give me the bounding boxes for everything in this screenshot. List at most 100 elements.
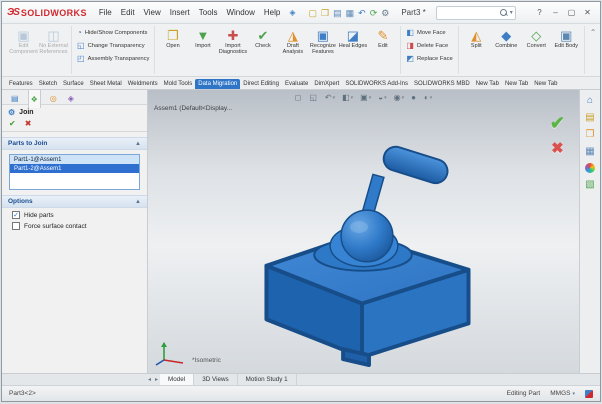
commandmanager-tab[interactable]: Data Migration	[195, 79, 241, 89]
search-icon[interactable]	[499, 8, 508, 17]
maximize-button[interactable]: ▢	[564, 6, 579, 20]
appearances-icon[interactable]: ●	[585, 163, 595, 173]
ribbon-button[interactable]: ◔ Hide/Show Components	[75, 27, 149, 38]
model-tree-label[interactable]: Assem1 (Default<Display...	[154, 105, 232, 112]
search-box[interactable]: ▾	[435, 5, 516, 20]
ribbon-button[interactable]: ◮ Draft Analysis	[278, 27, 307, 56]
ribbon-button[interactable]: ▼ Import	[188, 27, 217, 50]
options-gear-icon[interactable]: ⚙	[381, 8, 389, 18]
view-orientation-icon[interactable]: ▣ ▾	[360, 93, 371, 102]
part-list-item[interactable]: Part1-1@Assem1	[10, 155, 139, 164]
options-group-header[interactable]: Options ▲	[2, 195, 147, 208]
ribbon-button[interactable]: ❐ Open	[158, 27, 187, 50]
commandmanager-tab[interactable]: Evaluate	[282, 79, 311, 89]
file-explorer-icon[interactable]: ❐	[586, 129, 595, 140]
checkbox-box[interactable]	[12, 222, 20, 230]
minimize-button[interactable]: –	[548, 6, 563, 20]
view-settings-icon[interactable]: ◐ ▾	[424, 93, 432, 102]
ribbon-button-icon: ▼	[196, 28, 210, 43]
confirm-ok-button[interactable]: ✔	[550, 114, 565, 132]
part-model[interactable]	[148, 90, 579, 373]
tab-scroll-right-icon[interactable]: ▸	[153, 374, 160, 385]
commandmanager-tab[interactable]: Weldments	[125, 79, 161, 89]
checkbox-box[interactable]	[12, 211, 20, 219]
cancel-button[interactable]: ✖	[25, 119, 32, 128]
confirm-cancel-button[interactable]: ✖	[551, 141, 564, 156]
save-icon[interactable]: ▤	[333, 8, 342, 18]
ok-button[interactable]: ✔	[9, 119, 16, 128]
commandmanager-tab[interactable]: New Tab	[531, 79, 560, 89]
zoom-area-icon[interactable]: ◱	[309, 93, 318, 102]
menu-item[interactable]: File	[95, 6, 116, 19]
resources-home-icon[interactable]: ⌂	[587, 95, 593, 106]
commandmanager-tab[interactable]: Direct Editing	[240, 79, 282, 89]
view-tab[interactable]: Model	[160, 374, 195, 385]
ribbon-button[interactable]: ◩ Replace Face	[404, 53, 454, 64]
ribbon-button[interactable]: ◨ Delete Face	[404, 40, 450, 51]
part-list-item[interactable]: Part1-2@Assem1	[10, 164, 139, 173]
close-button[interactable]: ✕	[580, 6, 595, 20]
ribbon-button[interactable]: ✚ Import Diagnostics	[218, 27, 247, 56]
hide-show-items-icon[interactable]: ◉ ▾	[394, 93, 405, 102]
commandmanager-tab[interactable]: Features	[6, 79, 36, 89]
menu-item[interactable]: Edit	[117, 6, 139, 19]
ribbon-button[interactable]: ◧ Move Face	[404, 27, 447, 38]
ribbon-button[interactable]: ◆ Combine	[492, 27, 521, 50]
ribbon-button[interactable]: ✔ Check	[248, 27, 277, 50]
custom-properties-icon[interactable]: ▧	[585, 179, 594, 190]
view-tab[interactable]: Motion Study 1	[238, 374, 297, 385]
previous-view-icon[interactable]: ↶ ▾	[325, 93, 335, 102]
units-selector[interactable]: MMGS ▾	[550, 390, 575, 397]
ribbon-button[interactable]: ✎ Edit	[368, 27, 397, 50]
ribbon-button[interactable]: ▣ Edit Body	[552, 27, 581, 50]
status-tag-icon[interactable]	[585, 389, 593, 398]
rebuild-icon[interactable]: ⟳	[370, 8, 378, 18]
ribbon-button[interactable]: ◫ No External References	[39, 27, 68, 56]
ribbon-button[interactable]: ◱ Change Transparency	[75, 40, 147, 51]
commandmanager-tab[interactable]: SOLIDWORKS MBD	[411, 79, 473, 89]
undo-icon[interactable]: ↶	[358, 8, 366, 18]
ribbon-button[interactable]: ▣ Recognize Features	[308, 27, 337, 56]
commandmanager-tab[interactable]: Sketch	[36, 79, 60, 89]
search-chevron-icon[interactable]: ▾	[510, 9, 513, 16]
commandmanager-tab[interactable]: New Tab	[473, 79, 502, 89]
help-button[interactable]: ?	[532, 6, 547, 20]
open-icon[interactable]: ❐	[321, 8, 329, 18]
menu-item[interactable]: Tools	[195, 6, 222, 19]
tab-scroll-left-icon[interactable]: ◂	[146, 374, 153, 385]
ribbon-button[interactable]: ◇ Convert	[522, 27, 551, 50]
ball-joint[interactable]	[340, 209, 394, 263]
design-library-icon[interactable]: ▤	[585, 112, 594, 123]
edit-appearance-icon[interactable]: ●	[411, 93, 417, 102]
menu-item[interactable]: Window	[222, 6, 258, 19]
commandmanager-tab[interactable]: SOLIDWORKS Add-Ins	[342, 79, 411, 89]
lever-handle[interactable]	[381, 144, 451, 186]
parts-to-join-list[interactable]: Part1-1@Assem1 Part1-2@Assem1	[9, 154, 140, 190]
view-tab[interactable]: 3D Views	[194, 374, 238, 385]
ribbon-button[interactable]: ▣ Edit Component	[9, 27, 38, 56]
search-input[interactable]	[438, 9, 498, 16]
view-palette-icon[interactable]: ▦	[585, 146, 594, 157]
option-checkbox-row[interactable]: Hide parts	[2, 208, 147, 219]
menu-item[interactable]: Insert	[166, 6, 194, 19]
menu-item[interactable]: Help	[260, 6, 284, 19]
ribbon-collapse-icon[interactable]: ⌃	[585, 26, 600, 39]
graphics-viewport[interactable]: ◻ ◱ ↶ ▾ ◧ ▾ ▣ ▾ ◒ ▾ ◉ ▾ ● ◐ ▾ Assem1 (De…	[148, 90, 579, 373]
ribbon-button[interactable]: ◭ Split	[462, 27, 491, 50]
parts-to-join-group-header[interactable]: Parts to Join ▲	[2, 137, 147, 150]
print-icon[interactable]: ▦	[346, 8, 355, 18]
option-checkbox-row[interactable]: Force surface contact	[2, 219, 147, 230]
pin-icon[interactable]: ◈	[286, 8, 298, 17]
commandmanager-tab[interactable]: Mold Tools	[161, 79, 196, 89]
zoom-fit-icon[interactable]: ◻	[295, 93, 303, 102]
commandmanager-tab[interactable]: Sheet Metal	[87, 79, 125, 89]
new-document-icon[interactable]: ▢	[309, 8, 318, 18]
commandmanager-tab[interactable]: New Tab	[502, 79, 531, 89]
ribbon-button[interactable]: ◰ Assembly Transparency	[75, 53, 151, 64]
ribbon-button[interactable]: ◪ Heal Edges	[338, 27, 367, 50]
menu-item[interactable]: View	[140, 6, 165, 19]
commandmanager-tab[interactable]: Surface	[60, 79, 87, 89]
display-style-icon[interactable]: ◒ ▾	[378, 93, 386, 102]
commandmanager-tab[interactable]: DimXpert	[311, 79, 342, 89]
section-view-icon[interactable]: ◧ ▾	[342, 93, 353, 102]
